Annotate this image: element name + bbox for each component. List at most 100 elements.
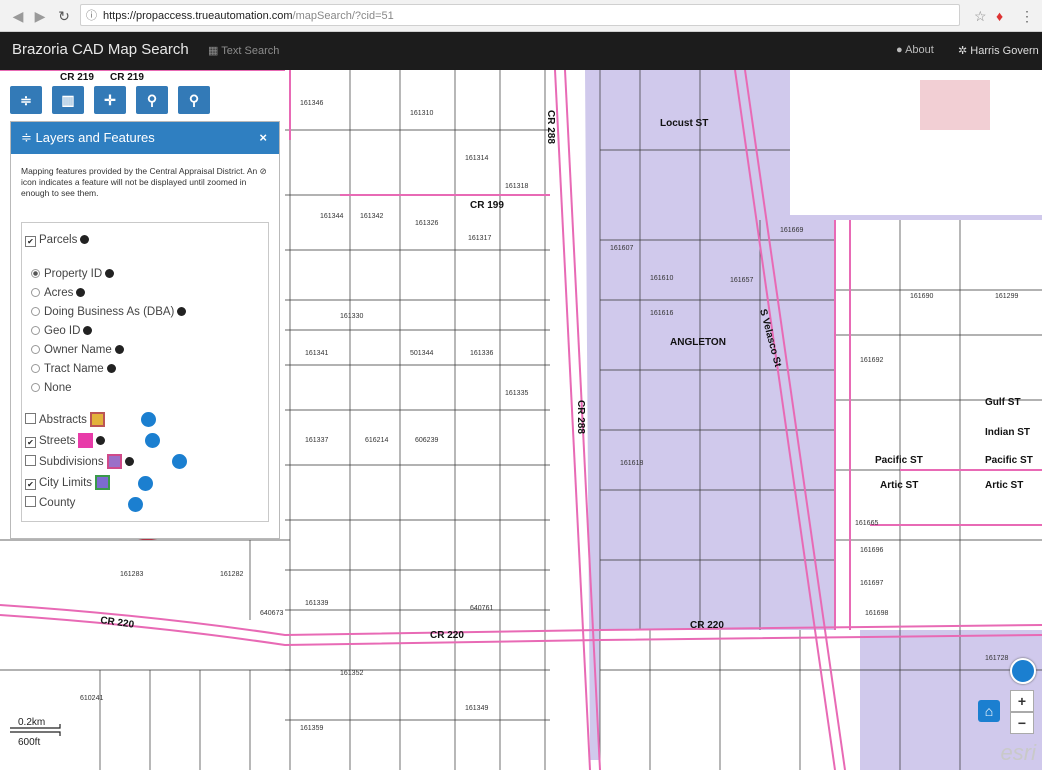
url-host: https://propaccess.trueautomation.com (103, 10, 293, 22)
parcel-label: 161618 (620, 460, 643, 467)
parcel-label: 161698 (865, 610, 888, 617)
address-bar[interactable]: ⓘ https://propaccess.trueautomation.com/… (80, 4, 960, 26)
street-label-locust: Locust ST (660, 118, 708, 129)
city-limits-gap (790, 70, 1042, 215)
zoom-out-button[interactable]: − (1010, 712, 1034, 734)
street-label-pacific: Pacific ST (985, 455, 1033, 466)
parcel-label: 161607 (610, 245, 633, 252)
locate-tool-button[interactable]: ⚲ (136, 86, 168, 114)
parcel-label: 161657 (730, 277, 753, 284)
navigate-tool-button[interactable]: ✛ (94, 86, 126, 114)
parcel-label: 606239 (415, 437, 438, 444)
parcel-label: 161310 (410, 110, 433, 117)
esri-logo: esri (1000, 740, 1036, 765)
parcel-label: 161669 (780, 227, 803, 234)
parcel-label: 161342 (360, 213, 383, 220)
layers-tool-button[interactable]: ≑ (10, 86, 42, 114)
street-label-ch: CR 220 (690, 620, 724, 631)
parcel-label: 501344 (410, 350, 433, 357)
parcel-label: 161314 (465, 155, 488, 162)
move-icon: ✛ (104, 92, 116, 108)
app-title: Brazoria CAD Map Search (12, 41, 189, 58)
reload-icon[interactable]: ↻ (54, 6, 74, 26)
columns-icon: ▥ (61, 92, 75, 108)
menu-kebab-icon[interactable]: ⋮ (1020, 6, 1034, 26)
parcel-label: 161690 (910, 293, 933, 300)
layers-panel-header: ≑ Layers and Features × (11, 122, 279, 154)
government-link[interactable]: ✲ Harris Govern (958, 44, 1039, 57)
parcel-label: 640673 (260, 610, 283, 617)
extension-icon[interactable]: ♦ (996, 6, 1003, 26)
parcel-label: 161616 (650, 310, 673, 317)
parcel-label: 161696 (860, 547, 883, 554)
text-search-label: Text Search (221, 45, 280, 57)
zoom-in-button[interactable]: + (1010, 690, 1034, 712)
parcel-label: 161335 (505, 390, 528, 397)
parcel-label: 161282 (220, 571, 243, 578)
parcel-label: 161318 (505, 183, 528, 190)
street-label-pacific-b: Pacific ST (875, 455, 923, 466)
search-icon: ⚲ (188, 92, 200, 108)
street-label-angleton: ANGLETON (670, 337, 726, 348)
basemap-tool-button[interactable]: ▥ (52, 86, 84, 114)
street-label-gulf: Gulf ST (985, 397, 1021, 408)
blue-dot-marker (138, 476, 153, 491)
parcel-label: 161346 (300, 100, 323, 107)
street-label-cr219-b: CR 219 (110, 72, 144, 83)
parcel-label: 161665 (855, 520, 878, 527)
app-header: Brazoria CAD Map Search ▦ Text Search ● … (0, 32, 1042, 70)
street-label-indian: Indian ST (985, 427, 1030, 438)
info-icon: ⓘ (86, 10, 97, 22)
parcel-label: 610241 (80, 695, 103, 702)
home-icon: ⌂ (984, 703, 994, 719)
street-label-cr219: CR 219 (60, 72, 94, 83)
layers-panel-title: Layers and Features (35, 130, 155, 145)
map-pin-icon: ⚲ (146, 92, 158, 108)
search-tool-button[interactable]: ⚲ (178, 86, 210, 114)
locate-me-icon[interactable] (1010, 658, 1036, 684)
home-button[interactable]: ⌂ (978, 700, 1000, 722)
url-path: /mapSearch/?cid=51 (292, 10, 394, 22)
parcel-label: 161359 (300, 725, 323, 732)
table-icon: ▦ (208, 45, 222, 57)
parcel-label: 161317 (468, 235, 491, 242)
close-icon[interactable]: × (259, 122, 267, 154)
parcel-label: 161336 (470, 350, 493, 357)
parcel-label: 161339 (305, 600, 328, 607)
parcel-label: 161341 (305, 350, 328, 357)
parcel-label: 161283 (120, 571, 143, 578)
street-label-cr288: CR 288 (545, 110, 556, 144)
street-label-artic-b: Artic ST (880, 480, 918, 491)
street-label-cr288-b: CR 288 (575, 400, 586, 434)
street-label-cr220: CR 220 (430, 630, 464, 641)
street-label-artic: Artic ST (985, 480, 1023, 491)
parcel-label: 161610 (650, 275, 673, 282)
bookmark-star-icon[interactable]: ☆ (974, 6, 987, 26)
about-link[interactable]: ● About (896, 44, 934, 56)
about-label: About (905, 44, 934, 56)
browser-toolbar: ◀ ▶ ↻ ⓘ https://propaccess.trueautomatio… (0, 0, 1042, 32)
info-circle-icon: ● (896, 44, 906, 56)
forward-icon[interactable]: ▶ (30, 6, 50, 26)
parcel-label: 161326 (415, 220, 438, 227)
gear-icon: ✲ (958, 45, 971, 57)
parcel-label: 161349 (465, 705, 488, 712)
layers-icon: ≑ (20, 92, 32, 108)
parcel-label: 161344 (320, 213, 343, 220)
scale-km: 0.2km (18, 717, 45, 728)
parcel-label: 161299 (995, 293, 1018, 300)
street-label-cr199: CR 199 (470, 200, 504, 211)
layers-description: Mapping features provided by the Central… (21, 166, 267, 198)
parcel-label: 616214 (365, 437, 388, 444)
government-label: Harris Govern (970, 45, 1039, 57)
blue-dot-marker (172, 454, 187, 469)
parcel-label: 161692 (860, 357, 883, 364)
parcel-label: 640761 (470, 605, 493, 612)
back-icon[interactable]: ◀ (8, 6, 28, 26)
layers-icon: ≑ (21, 130, 36, 145)
street-label-cr220-west: CR 220 (100, 615, 136, 631)
blue-dot-marker (141, 412, 156, 427)
text-search-link[interactable]: ▦ Text Search (208, 44, 279, 57)
blue-dot-marker (128, 497, 143, 512)
scale-ft: 600ft (18, 737, 40, 748)
